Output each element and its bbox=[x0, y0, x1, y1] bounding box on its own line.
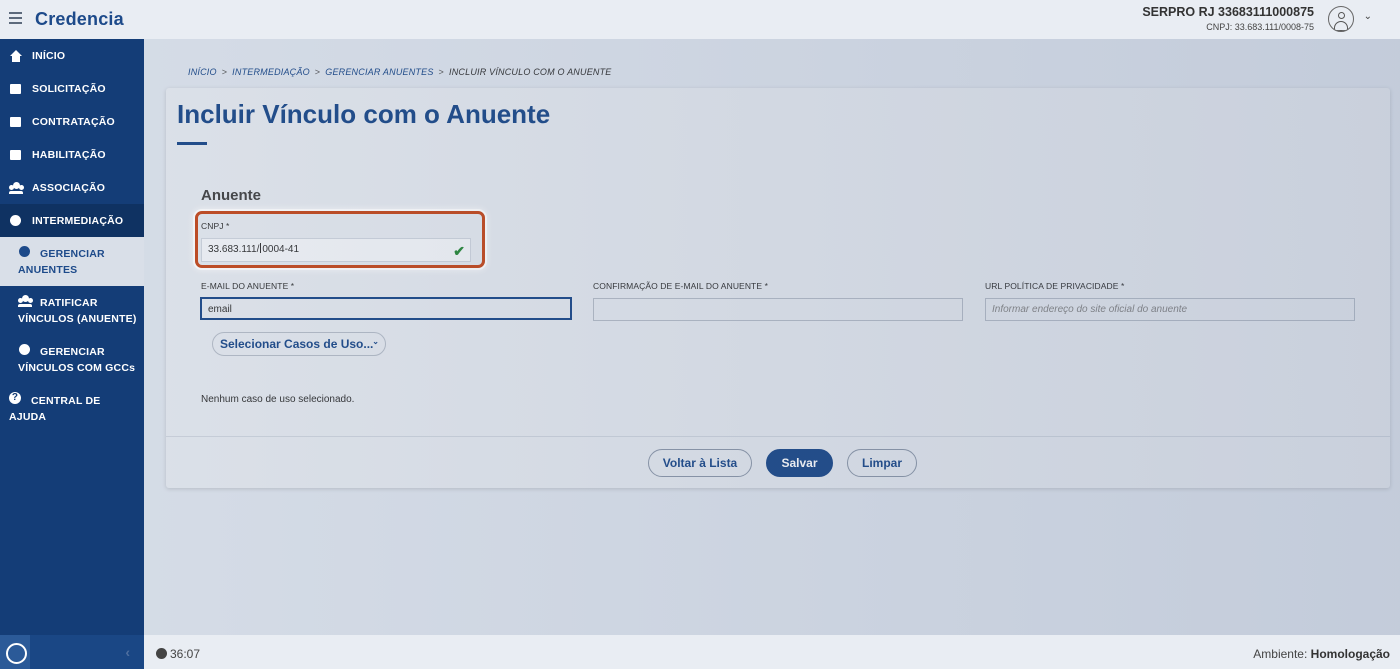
environment-indicator: Ambiente: Homologação bbox=[1253, 647, 1390, 661]
breadcrumb-inicio[interactable]: INÍCIO bbox=[188, 67, 217, 77]
title-underline bbox=[177, 142, 207, 145]
home-icon bbox=[9, 49, 23, 62]
cnpj-label: CNPJ * bbox=[201, 221, 230, 231]
edit-icon bbox=[9, 83, 23, 95]
clear-button[interactable]: Limpar bbox=[847, 449, 917, 477]
email-label: E-MAIL DO ANUENTE * bbox=[201, 281, 295, 291]
chevron-down-icon[interactable]: ⌄ bbox=[1364, 11, 1372, 22]
email-confirm-field[interactable] bbox=[593, 298, 963, 321]
no-case-message: Nenhum caso de uso selecionado. bbox=[201, 394, 355, 405]
sidebar-subitem-ratificar-vinculos[interactable]: RATIFICAR VÍNCULOS (ANUENTE) bbox=[0, 287, 144, 335]
chevron-left-icon[interactable]: ‹ bbox=[125, 644, 130, 660]
user-gear-icon bbox=[18, 246, 32, 258]
sidebar-subitem-gerenciar-anuentes[interactable]: GERENCIAR ANUENTES bbox=[0, 237, 144, 286]
breadcrumb-current: INCLUIR VÍNCULO COM O ANUENTE bbox=[449, 67, 612, 77]
sidebar-item-solicitacao[interactable]: SOLICITAÇÃO bbox=[0, 72, 144, 105]
form-card: Incluir Vínculo com o Anuente Anuente CN… bbox=[166, 88, 1390, 488]
cnpj-field[interactable]: 33.683.111/0004-41 ✔ bbox=[201, 238, 471, 262]
sidebar-item-contratacao[interactable]: CONTRATAÇÃO bbox=[0, 105, 144, 138]
brand-logo[interactable]: Credencia bbox=[35, 9, 124, 30]
check-icon: ✔ bbox=[453, 243, 465, 259]
top-bar: Credencia SERPRO RJ 33683111000875 CNPJ:… bbox=[0, 0, 1400, 39]
help-icon bbox=[9, 392, 23, 405]
handshake-icon bbox=[9, 116, 23, 128]
email-field[interactable]: email bbox=[200, 297, 572, 320]
sidebar-item-habilitacao[interactable]: HABILITAÇÃO bbox=[0, 138, 144, 171]
users-icon bbox=[9, 182, 23, 194]
save-button[interactable]: Salvar bbox=[766, 449, 833, 477]
id-card-icon bbox=[9, 149, 23, 161]
url-label: URL POLÍTICA DE PRIVACIDADE * bbox=[985, 281, 1125, 291]
sidebar: INÍCIO SOLICITAÇÃO CONTRATAÇÃO HABILITAÇ… bbox=[0, 39, 144, 669]
email-confirm-label: CONFIRMAÇÃO DE E-MAIL DO ANUENTE * bbox=[593, 281, 768, 291]
url-field[interactable]: Informar endereço do site oficial do anu… bbox=[985, 298, 1355, 321]
link-icon bbox=[18, 344, 32, 356]
breadcrumb: INÍCIO > INTERMEDIAÇÃO > GERENCIAR ANUENTES >… bbox=[188, 67, 612, 77]
cookie-icon[interactable] bbox=[0, 635, 30, 669]
sidebar-item-inicio[interactable]: INÍCIO bbox=[0, 39, 144, 72]
sidebar-item-intermediacao[interactable]: INTERMEDIAÇÃO bbox=[0, 204, 144, 237]
section-title: Anuente bbox=[201, 187, 261, 204]
breadcrumb-gerenciar-anuentes[interactable]: GERENCIAR ANUENTES bbox=[325, 67, 433, 77]
user-hand-icon bbox=[9, 214, 23, 227]
user-avatar-icon[interactable] bbox=[1328, 6, 1354, 32]
user-check-icon bbox=[18, 295, 32, 307]
divider bbox=[166, 436, 1390, 437]
clock-icon bbox=[156, 648, 167, 659]
sidebar-subitem-gerenciar-vinculos-gccs[interactable]: GERENCIAR VÍNCULOS COM GCCs bbox=[0, 336, 144, 384]
sidebar-item-central-ajuda[interactable]: CENTRAL DE AJUDA bbox=[0, 385, 144, 433]
footer-bar: 36:07 Ambiente: Homologação bbox=[144, 635, 1400, 669]
sidebar-item-associacao[interactable]: ASSOCIAÇÃO bbox=[0, 171, 144, 204]
select-use-cases-button[interactable]: Selecionar Casos de Uso... ⌄ bbox=[212, 332, 386, 356]
chevron-down-icon: ⌄ bbox=[372, 337, 379, 346]
session-timer: 36:07 bbox=[156, 647, 200, 661]
user-name: SERPRO RJ 33683111000875 bbox=[1142, 5, 1314, 19]
user-cnpj: CNPJ: 33.683.111/0008-75 bbox=[1206, 22, 1314, 32]
back-to-list-button[interactable]: Voltar à Lista bbox=[648, 449, 752, 477]
breadcrumb-intermediacao[interactable]: INTERMEDIAÇÃO bbox=[232, 67, 310, 77]
sidebar-footer: ‹ bbox=[0, 635, 144, 669]
hamburger-menu-icon[interactable] bbox=[9, 12, 22, 24]
page-title: Incluir Vínculo com o Anuente bbox=[177, 99, 551, 129]
